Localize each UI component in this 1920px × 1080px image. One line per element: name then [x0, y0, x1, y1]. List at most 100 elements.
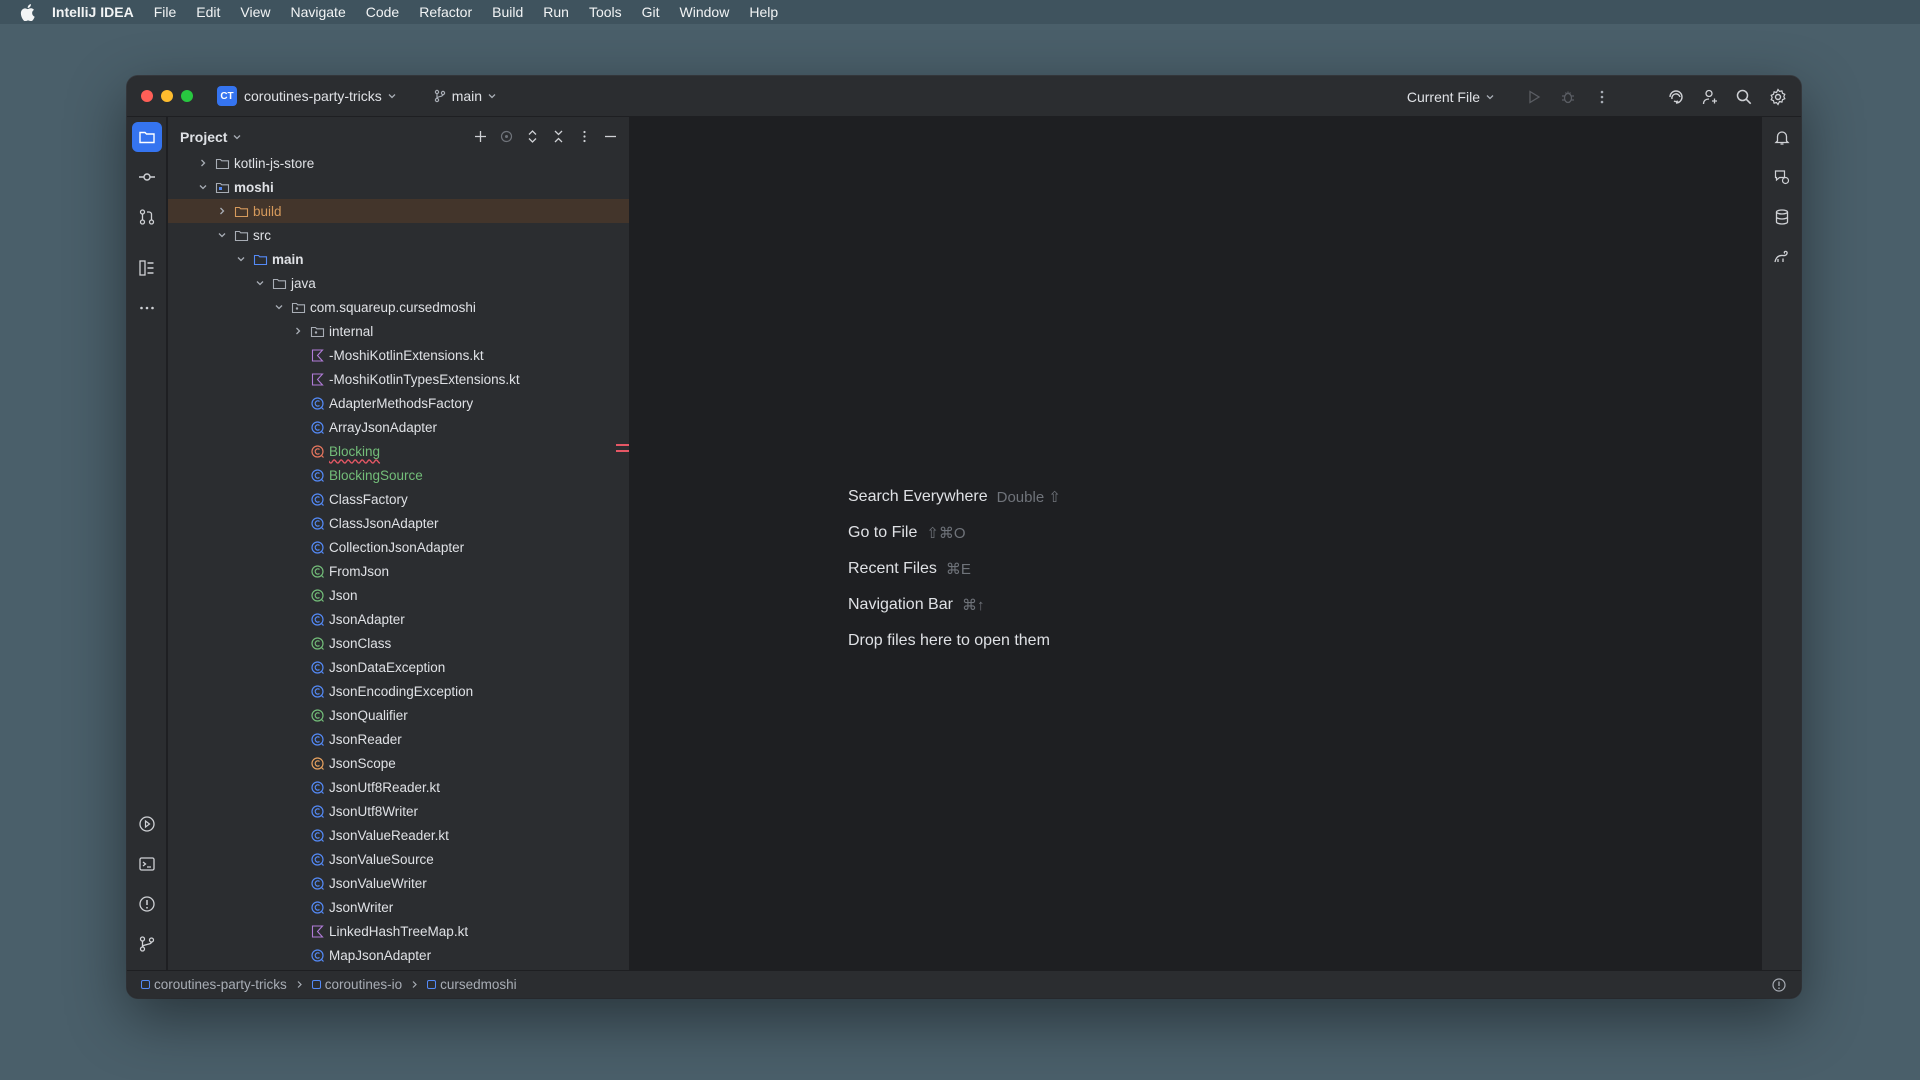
expand-all-icon[interactable]: [519, 123, 545, 149]
menu-code[interactable]: Code: [356, 0, 409, 24]
run-icon[interactable]: [1517, 82, 1551, 112]
tree-row[interactable]: BlockingSource: [168, 463, 629, 487]
menu-refactor[interactable]: Refactor: [409, 0, 482, 24]
hint-navigation-bar[interactable]: Navigation Bar ⌘↑: [848, 587, 1061, 623]
tree-row[interactable]: -MoshiKotlinExtensions.kt: [168, 343, 629, 367]
hint-recent-files[interactable]: Recent Files ⌘E: [848, 551, 1061, 587]
tree-row[interactable]: LinkedHashTreeMap.kt: [168, 919, 629, 943]
menu-help[interactable]: Help: [739, 0, 788, 24]
menu-navigate[interactable]: Navigate: [280, 0, 355, 24]
commit-icon[interactable]: [132, 162, 162, 192]
tree-row[interactable]: JsonValueReader.kt: [168, 823, 629, 847]
tree-row[interactable]: JsonQualifier: [168, 703, 629, 727]
breadcrumb-project[interactable]: coroutines-party-tricks: [141, 977, 287, 992]
terminal-icon[interactable]: [132, 849, 162, 879]
debug-icon[interactable]: [1551, 82, 1585, 112]
chevron-down-icon[interactable]: [195, 179, 211, 195]
services-icon[interactable]: [132, 809, 162, 839]
search-icon[interactable]: [1727, 82, 1761, 112]
ai-chat-icon[interactable]: [1767, 162, 1797, 192]
tree-row[interactable]: JsonAdapter: [168, 607, 629, 631]
tree-row[interactable]: Json: [168, 583, 629, 607]
editor-hints: Search Everywhere Double ⇧ Go to File ⇧⌘O …: [848, 479, 1061, 659]
tree-row[interactable]: src: [168, 223, 629, 247]
tree-row[interactable]: java: [168, 271, 629, 295]
tree-row[interactable]: JsonClass: [168, 631, 629, 655]
tree-row[interactable]: com.squareup.cursedmoshi: [168, 295, 629, 319]
project-switcher[interactable]: CT coroutines-party-tricks: [217, 86, 397, 106]
chevron-down-icon[interactable]: [271, 299, 287, 315]
chevron-down-icon[interactable]: [233, 251, 249, 267]
chevron-down-icon[interactable]: [214, 227, 230, 243]
pull-requests-icon[interactable]: [132, 202, 162, 232]
ai-assistant-icon[interactable]: [1659, 82, 1693, 112]
tree-row[interactable]: -MoshiKotlinTypesExtensions.kt: [168, 367, 629, 391]
tree-row[interactable]: JsonValueSource: [168, 847, 629, 871]
tree-row[interactable]: JsonReader: [168, 727, 629, 751]
menu-tools[interactable]: Tools: [579, 0, 632, 24]
database-icon[interactable]: [1767, 202, 1797, 232]
menu-file[interactable]: File: [144, 0, 187, 24]
menu-window[interactable]: Window: [670, 0, 740, 24]
project-tool-window-icon[interactable]: [132, 122, 162, 152]
chevron-right-icon[interactable]: [195, 155, 211, 171]
tree-row[interactable]: main: [168, 247, 629, 271]
tree-row[interactable]: ClassFactory: [168, 487, 629, 511]
more-actions-icon[interactable]: [1585, 82, 1619, 112]
breadcrumb-submodule[interactable]: cursedmoshi: [427, 977, 517, 992]
menu-view[interactable]: View: [230, 0, 280, 24]
zoom-window-button[interactable]: [181, 90, 193, 102]
tree-row[interactable]: build: [168, 199, 629, 223]
menu-run[interactable]: Run: [533, 0, 579, 24]
collapse-all-icon[interactable]: [545, 123, 571, 149]
tree-row[interactable]: Blocking: [168, 439, 629, 463]
hint-search-everywhere[interactable]: Search Everywhere Double ⇧: [848, 479, 1061, 515]
chevron-right-icon[interactable]: [214, 203, 230, 219]
tree-row[interactable]: JsonDataException: [168, 655, 629, 679]
tree-row[interactable]: JsonWriter: [168, 895, 629, 919]
menu-edit[interactable]: Edit: [186, 0, 230, 24]
tree-row[interactable]: internal: [168, 319, 629, 343]
tree-row[interactable]: JsonScope: [168, 751, 629, 775]
tree-row[interactable]: CollectionJsonAdapter: [168, 535, 629, 559]
tree-row[interactable]: kotlin-js-store: [168, 151, 629, 175]
structure-icon[interactable]: [132, 253, 162, 283]
hide-panel-icon[interactable]: [597, 123, 623, 149]
tree-row[interactable]: JsonUtf8Reader.kt: [168, 775, 629, 799]
close-window-button[interactable]: [141, 90, 153, 102]
tree-row[interactable]: ArrayJsonAdapter: [168, 415, 629, 439]
problems-icon[interactable]: [132, 889, 162, 919]
notifications-bell-icon[interactable]: [1767, 122, 1797, 152]
tree-row[interactable]: JsonValueWriter: [168, 871, 629, 895]
add-icon[interactable]: [467, 123, 493, 149]
tree-row[interactable]: JsonEncodingException: [168, 679, 629, 703]
code-with-me-icon[interactable]: [1693, 82, 1727, 112]
run-configuration-selector[interactable]: Current File: [1407, 89, 1495, 105]
git-icon[interactable]: [132, 929, 162, 959]
menu-build[interactable]: Build: [482, 0, 533, 24]
tree-row[interactable]: JsonUtf8Writer: [168, 799, 629, 823]
locate-file-icon[interactable]: [493, 123, 519, 149]
gradle-icon[interactable]: [1767, 242, 1797, 272]
tree-row[interactable]: ClassJsonAdapter: [168, 511, 629, 535]
editor-empty-area[interactable]: Search Everywhere Double ⇧ Go to File ⇧⌘O …: [631, 117, 1761, 970]
breadcrumb-module[interactable]: coroutines-io: [311, 977, 402, 992]
tree-row[interactable]: AdapterMethodsFactory: [168, 391, 629, 415]
class-icon: [309, 803, 325, 819]
tree-row[interactable]: MapJsonAdapter: [168, 943, 629, 967]
apple-icon[interactable]: [18, 0, 36, 24]
chevron-right-icon[interactable]: [290, 323, 306, 339]
minimize-window-button[interactable]: [161, 90, 173, 102]
status-info-icon[interactable]: [1771, 977, 1787, 993]
menu-app-name[interactable]: IntelliJ IDEA: [52, 0, 144, 24]
chevron-down-icon[interactable]: [252, 275, 268, 291]
tree-row[interactable]: moshi: [168, 175, 629, 199]
hint-go-to-file[interactable]: Go to File ⇧⌘O: [848, 515, 1061, 551]
options-icon[interactable]: [571, 123, 597, 149]
menu-git[interactable]: Git: [632, 0, 670, 24]
settings-gear-icon[interactable]: [1761, 82, 1795, 112]
more-tool-windows-icon[interactable]: [132, 293, 162, 323]
vcs-branch-widget[interactable]: main: [433, 88, 497, 104]
tree-row[interactable]: FromJson: [168, 559, 629, 583]
